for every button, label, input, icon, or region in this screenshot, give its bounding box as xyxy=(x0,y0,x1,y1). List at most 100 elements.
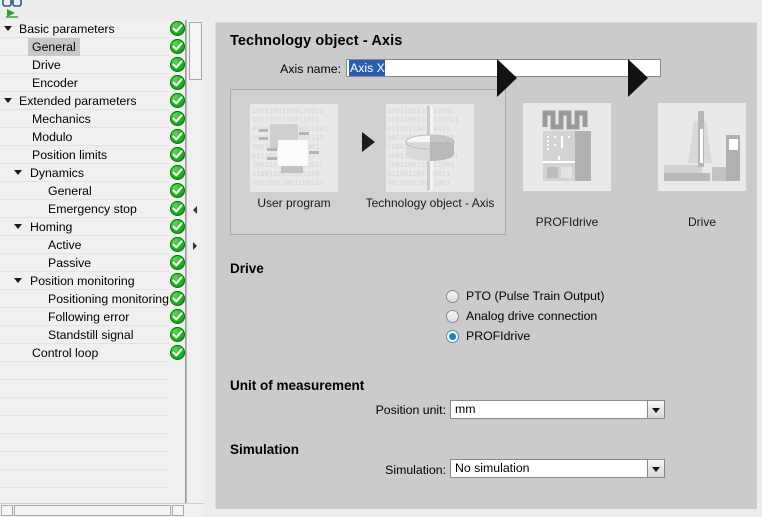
simulation-value: No simulation xyxy=(455,461,530,475)
chevron-down-icon[interactable] xyxy=(647,401,664,418)
radio-profidrive-label: PROFIdrive xyxy=(466,329,531,343)
drive-icon xyxy=(658,103,746,191)
sidebar-item-extended-parameters[interactable]: Extended parameters xyxy=(0,92,185,110)
toolbar xyxy=(0,0,200,20)
sidebar-item-following-error[interactable]: Following error xyxy=(0,308,185,326)
sidebar-item-label: General xyxy=(28,38,80,56)
tree-empty-row xyxy=(0,362,185,380)
status-ok-icon xyxy=(170,237,185,252)
sidebar-item-modulo[interactable]: Modulo xyxy=(0,128,185,146)
tree-scroll-area: Basic parameters General Drive Encoder Exten… xyxy=(0,20,186,503)
status-ok-icon xyxy=(170,201,185,216)
sidebar-item-label: Emergency stop xyxy=(48,202,137,216)
status-ok-icon xyxy=(170,165,185,180)
tree-empty-row xyxy=(0,488,185,503)
sidebar-item-passive[interactable]: Passive xyxy=(0,254,185,272)
axis-name-value: Axis X xyxy=(349,60,385,76)
svg-text:1001100110011001: 1001100110011001 xyxy=(387,161,454,169)
sidebar-item-active[interactable]: Active xyxy=(0,236,185,254)
sidebar-item-dynamics[interactable]: Dynamics xyxy=(0,164,185,182)
tree-vertical-scrollbar[interactable] xyxy=(186,20,204,503)
arrow-3-icon xyxy=(628,59,648,97)
sidebar-item-position-monitoring[interactable]: Position monitoring xyxy=(0,272,185,290)
scroll-left-button[interactable] xyxy=(1,505,13,516)
splitter-arrows[interactable] xyxy=(190,200,202,260)
tree-empty-row xyxy=(0,470,185,488)
status-ok-icon xyxy=(170,345,185,360)
sidebar-item-position-limits[interactable]: Position limits xyxy=(0,146,185,164)
drive-section-heading: Drive xyxy=(230,261,264,276)
position-unit-select[interactable]: mm xyxy=(450,400,665,419)
radio-profidrive-button[interactable] xyxy=(446,330,459,343)
simulation-select[interactable]: No simulation xyxy=(450,459,665,478)
technology-object-axis-icon: 1001100110011001 10011001100110011 011001… xyxy=(386,104,474,192)
status-ok-icon xyxy=(170,129,185,144)
profidrive-icon xyxy=(523,103,611,191)
sidebar-item-homing[interactable]: Homing xyxy=(0,218,185,236)
technology-object-axis-caption: Technology object - Axis xyxy=(365,196,495,210)
status-ok-icon xyxy=(170,273,185,288)
sidebar-item-label: Standstill signal xyxy=(48,328,134,342)
user-program-caption: User program xyxy=(257,196,331,210)
tree-horizontal-scroll-track[interactable] xyxy=(14,505,171,516)
sidebar-item-label: Dynamics xyxy=(30,166,84,180)
status-ok-icon xyxy=(170,255,185,270)
radio-analog-drive-connection-button[interactable] xyxy=(446,310,459,323)
drive-caption: Drive xyxy=(687,215,716,229)
chevron-left-icon[interactable] xyxy=(193,206,197,214)
sidebar-item-label: Drive xyxy=(32,58,61,72)
sidebar-item-control-loop[interactable]: Control loop xyxy=(0,344,185,362)
right-edge xyxy=(757,0,762,517)
status-ok-icon xyxy=(170,327,185,342)
sidebar-item-drive[interactable]: Drive xyxy=(0,56,185,74)
svg-text:001100110011001: 001100110011001 xyxy=(387,179,450,187)
svg-text:011001100110011: 011001100110011 xyxy=(387,170,450,178)
tree-horizontal-scrollbar[interactable] xyxy=(0,503,204,517)
navigation-tree-panel: Basic parameters General Drive Encoder Exten… xyxy=(0,20,204,517)
chevron-down-icon[interactable] xyxy=(647,460,664,477)
scroll-right-button[interactable] xyxy=(172,505,184,516)
architecture-diagram: 100110011001100111001100110011001 011001… xyxy=(230,89,506,235)
sidebar-item-general[interactable]: General xyxy=(0,182,185,200)
profidrive-caption: PROFIdrive xyxy=(535,215,599,229)
sidebar-item-encoder[interactable]: Encoder xyxy=(0,74,185,92)
chevron-down-icon[interactable] xyxy=(14,224,22,229)
unit-section-heading: Unit of measurement xyxy=(230,378,365,393)
sidebar-item-emergency-stop[interactable]: Emergency stop xyxy=(0,200,185,218)
status-column xyxy=(169,20,185,503)
chevron-down-icon[interactable] xyxy=(4,98,12,103)
sidebar-item-general[interactable]: General xyxy=(0,38,185,56)
chevron-right-icon[interactable] xyxy=(193,242,197,250)
sidebar-item-basic-parameters[interactable]: Basic parameters xyxy=(0,20,185,38)
sidebar-item-label: Position monitoring xyxy=(30,274,135,288)
sidebar-item-label: Following error xyxy=(48,310,130,324)
simulation-section-heading: Simulation xyxy=(230,442,300,457)
chevron-down-icon[interactable] xyxy=(14,278,22,283)
chevron-down-icon[interactable] xyxy=(4,26,12,31)
status-ok-icon xyxy=(170,93,185,108)
sidebar-item-mechanics[interactable]: Mechanics xyxy=(0,110,185,128)
sidebar-item-label: Extended parameters xyxy=(19,94,137,108)
status-ok-icon xyxy=(170,219,185,234)
arrow-2-icon xyxy=(497,59,517,97)
goggles-icon[interactable] xyxy=(2,0,22,8)
radio-pto-button[interactable] xyxy=(446,290,459,303)
sidebar-item-label: General xyxy=(48,184,92,198)
status-ok-icon xyxy=(170,183,185,198)
play-icon[interactable] xyxy=(6,8,20,18)
tree-horizontal-scrollbar-thumb[interactable] xyxy=(15,506,170,515)
radio-pto-label: PTO (Pulse Train Output) xyxy=(466,289,605,303)
application-window: Basic parameters General Drive Encoder Exten… xyxy=(0,0,762,517)
bottom-edge xyxy=(215,509,762,517)
sidebar-item-standstill-signal[interactable]: Standstill signal xyxy=(0,326,185,344)
main-content-panel: Technology object - Axis Axis name: Axis… xyxy=(215,22,757,509)
simulation-label: Simulation: xyxy=(385,463,446,477)
sidebar-item-label: Homing xyxy=(30,220,73,234)
chevron-down-icon[interactable] xyxy=(14,170,22,175)
sidebar-item-label: Modulo xyxy=(32,130,73,144)
svg-text:00110011001100110: 00110011001100110 xyxy=(252,179,324,187)
status-ok-icon xyxy=(170,21,185,36)
position-unit-label: Position unit: xyxy=(375,403,446,417)
tree-vertical-scrollbar-thumb[interactable] xyxy=(189,22,202,80)
sidebar-item-positioning-monitoring[interactable]: Positioning monitoring xyxy=(0,290,185,308)
